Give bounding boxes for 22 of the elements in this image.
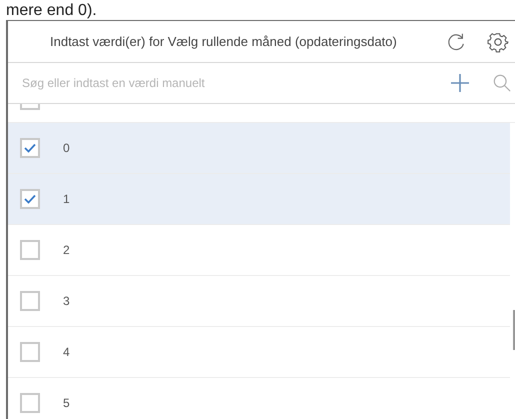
dialog-title: Indtast værdi(er) for Vælg rullende måned (opdateringsdato) bbox=[50, 32, 397, 51]
item-label: 3 bbox=[63, 293, 70, 310]
checkbox[interactable] bbox=[20, 342, 40, 362]
item-label: 4 bbox=[63, 344, 70, 361]
list-item[interactable]: 0 bbox=[8, 123, 510, 174]
checkbox[interactable] bbox=[20, 138, 40, 158]
caption-text: mere end 0). bbox=[6, 2, 97, 20]
add-icon[interactable] bbox=[449, 72, 471, 94]
item-label: 0 bbox=[63, 140, 70, 157]
search-field[interactable]: Søg eller indtast en værdi manuelt bbox=[22, 74, 449, 92]
list-item[interactable]: 1 bbox=[8, 174, 510, 225]
item-label: 5 bbox=[63, 395, 70, 412]
checkbox[interactable] bbox=[20, 291, 40, 311]
checkmark-icon bbox=[24, 194, 36, 204]
search-icon[interactable] bbox=[491, 72, 513, 94]
checkbox[interactable] bbox=[20, 393, 40, 413]
checkmark-icon bbox=[24, 143, 36, 153]
checkbox[interactable] bbox=[20, 189, 40, 209]
scrollbar-thumb[interactable] bbox=[513, 310, 515, 350]
item-label: 1 bbox=[63, 191, 70, 208]
item-label: 2 bbox=[63, 242, 70, 259]
checkbox[interactable] bbox=[20, 240, 40, 260]
